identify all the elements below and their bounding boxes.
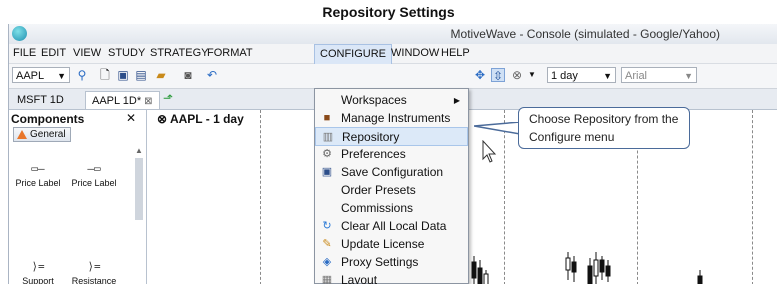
menu-item-repository[interactable]: ▥ Repository (315, 127, 468, 146)
callout-pointer (474, 122, 521, 135)
menu-edit[interactable]: EDIT (41, 47, 66, 59)
chevron-down-icon: ▼ (603, 71, 612, 81)
menu-item-save-configuration[interactable]: ▣ Save Configuration (315, 163, 468, 182)
title-bar: MotiveWave - Console (simulated - Google… (9, 24, 777, 44)
camera-icon[interactable]: ◙ (181, 68, 195, 82)
tab-aapl-1d[interactable]: AAPL 1D* ⊠ (85, 91, 160, 109)
chevron-down-icon: ▼ (57, 71, 66, 81)
briefcase-icon: ■ (323, 112, 331, 124)
menu-item-update-license[interactable]: ✎ Update License (315, 235, 468, 254)
component-resistance[interactable]: ⟩= Resistance (65, 260, 123, 284)
crosshair-icon[interactable]: ✥ (473, 68, 487, 82)
window-title: MotiveWave - Console (simulated - Google… (450, 27, 720, 41)
general-group-icon (17, 130, 27, 139)
app-window: MotiveWave - Console (simulated - Google… (8, 24, 777, 284)
toolbar: AAPL ▼ ⚲ 🗋 ▣ ▤ ▰ ◙ ↶ ✥ ⇳ ⊗ ▼ 1 day ▼ Ari… (9, 64, 777, 89)
document-title: Repository Settings (322, 4, 455, 20)
price-label-icon: ▭— (31, 162, 45, 175)
license-icon: ✎ (322, 238, 332, 250)
menu-item-commissions[interactable]: Commissions (315, 199, 468, 218)
floppy-icon: ▣ (321, 166, 333, 178)
save-icon[interactable]: ▣ (116, 68, 130, 82)
font-select[interactable]: Arial ▼ (621, 67, 697, 83)
font-value: Arial (625, 70, 648, 82)
search-icon[interactable]: ⚲ (75, 68, 89, 82)
component-price-label[interactable]: ▭— Price Label (9, 162, 67, 188)
scroll-up-icon[interactable]: ▲ (135, 146, 143, 155)
component-price-label-right[interactable]: —▭ Price Label (65, 162, 123, 188)
components-title: Components (11, 112, 85, 126)
callout-text: Choose Repository from the Configure men… (529, 112, 679, 144)
menu-study[interactable]: STUDY (108, 47, 145, 59)
open-folder-icon[interactable]: ▰ (154, 68, 168, 82)
menu-item-order-presets[interactable]: Order Presets (315, 181, 468, 200)
bar-spacing-icon[interactable]: ⇳ (491, 68, 505, 83)
menu-format[interactable]: FORMAT (207, 47, 253, 59)
menu-item-proxy-settings[interactable]: ◈ Proxy Settings (315, 253, 468, 272)
link-dropdown-icon[interactable]: ▼ (525, 68, 539, 82)
mouse-cursor-icon (482, 140, 497, 163)
save-all-icon[interactable]: ▤ (134, 68, 148, 82)
new-document-icon[interactable]: 🗋 (98, 68, 112, 82)
menu-item-layout[interactable]: ▦ Layout (315, 271, 468, 284)
menu-item-workspaces[interactable]: Workspaces ▶ (315, 91, 468, 110)
menu-configure[interactable]: CONFIGURE (314, 44, 392, 64)
gear-icon: ⚙ (322, 148, 332, 160)
timeframe-select[interactable]: 1 day ▼ (547, 67, 616, 83)
server-icon: ▥ (322, 131, 334, 143)
add-tab-icon[interactable]: ⬏ (161, 91, 175, 105)
menu-item-clear-local-data[interactable]: ↻ Clear All Local Data (315, 217, 468, 236)
components-panel: Components ✕ General ▲ ▭— Price Label —▭… (9, 110, 147, 284)
scrollbar-thumb[interactable] (135, 158, 143, 220)
price-label-icon: —▭ (87, 162, 101, 175)
callout-box: Choose Repository from the Configure men… (518, 107, 690, 149)
menu-item-preferences[interactable]: ⚙ Preferences (315, 145, 468, 164)
component-support[interactable]: ⟩= Support (9, 260, 67, 284)
menu-file[interactable]: FILE (13, 47, 36, 59)
close-icon[interactable]: ✕ (126, 111, 136, 125)
menu-help[interactable]: HELP (441, 47, 470, 59)
symbol-value: AAPL (16, 70, 45, 82)
link-icon[interactable]: ⊗ (510, 68, 524, 82)
support-icon: ⟩= (31, 260, 45, 273)
configure-menu: Workspaces ▶ ■ Manage Instruments ▥ Repo… (314, 88, 469, 284)
network-icon: ◈ (322, 256, 332, 268)
symbol-select[interactable]: AAPL ▼ (12, 67, 70, 83)
close-icon[interactable]: ⊠ (144, 96, 152, 107)
menu-bar: FILE EDIT VIEW STUDY STRATEGY FORMAT CON… (9, 44, 777, 64)
chevron-down-icon: ▼ (684, 71, 693, 81)
menu-view[interactable]: VIEW (73, 47, 101, 59)
timeframe-value: 1 day (551, 70, 578, 82)
submenu-arrow-icon: ▶ (453, 96, 460, 105)
undo-icon[interactable]: ↶ (205, 68, 219, 82)
menu-window[interactable]: WINDOW (391, 47, 439, 59)
resistance-icon: ⟩= (87, 260, 101, 273)
menu-item-manage-instruments[interactable]: ■ Manage Instruments (315, 109, 468, 128)
refresh-icon: ↻ (322, 220, 332, 232)
tab-msft-1d[interactable]: MSFT 1D (11, 91, 70, 109)
menu-strategy[interactable]: STRATEGY (150, 47, 208, 59)
layout-icon: ▦ (321, 274, 333, 284)
general-group-button[interactable]: General (13, 127, 71, 142)
